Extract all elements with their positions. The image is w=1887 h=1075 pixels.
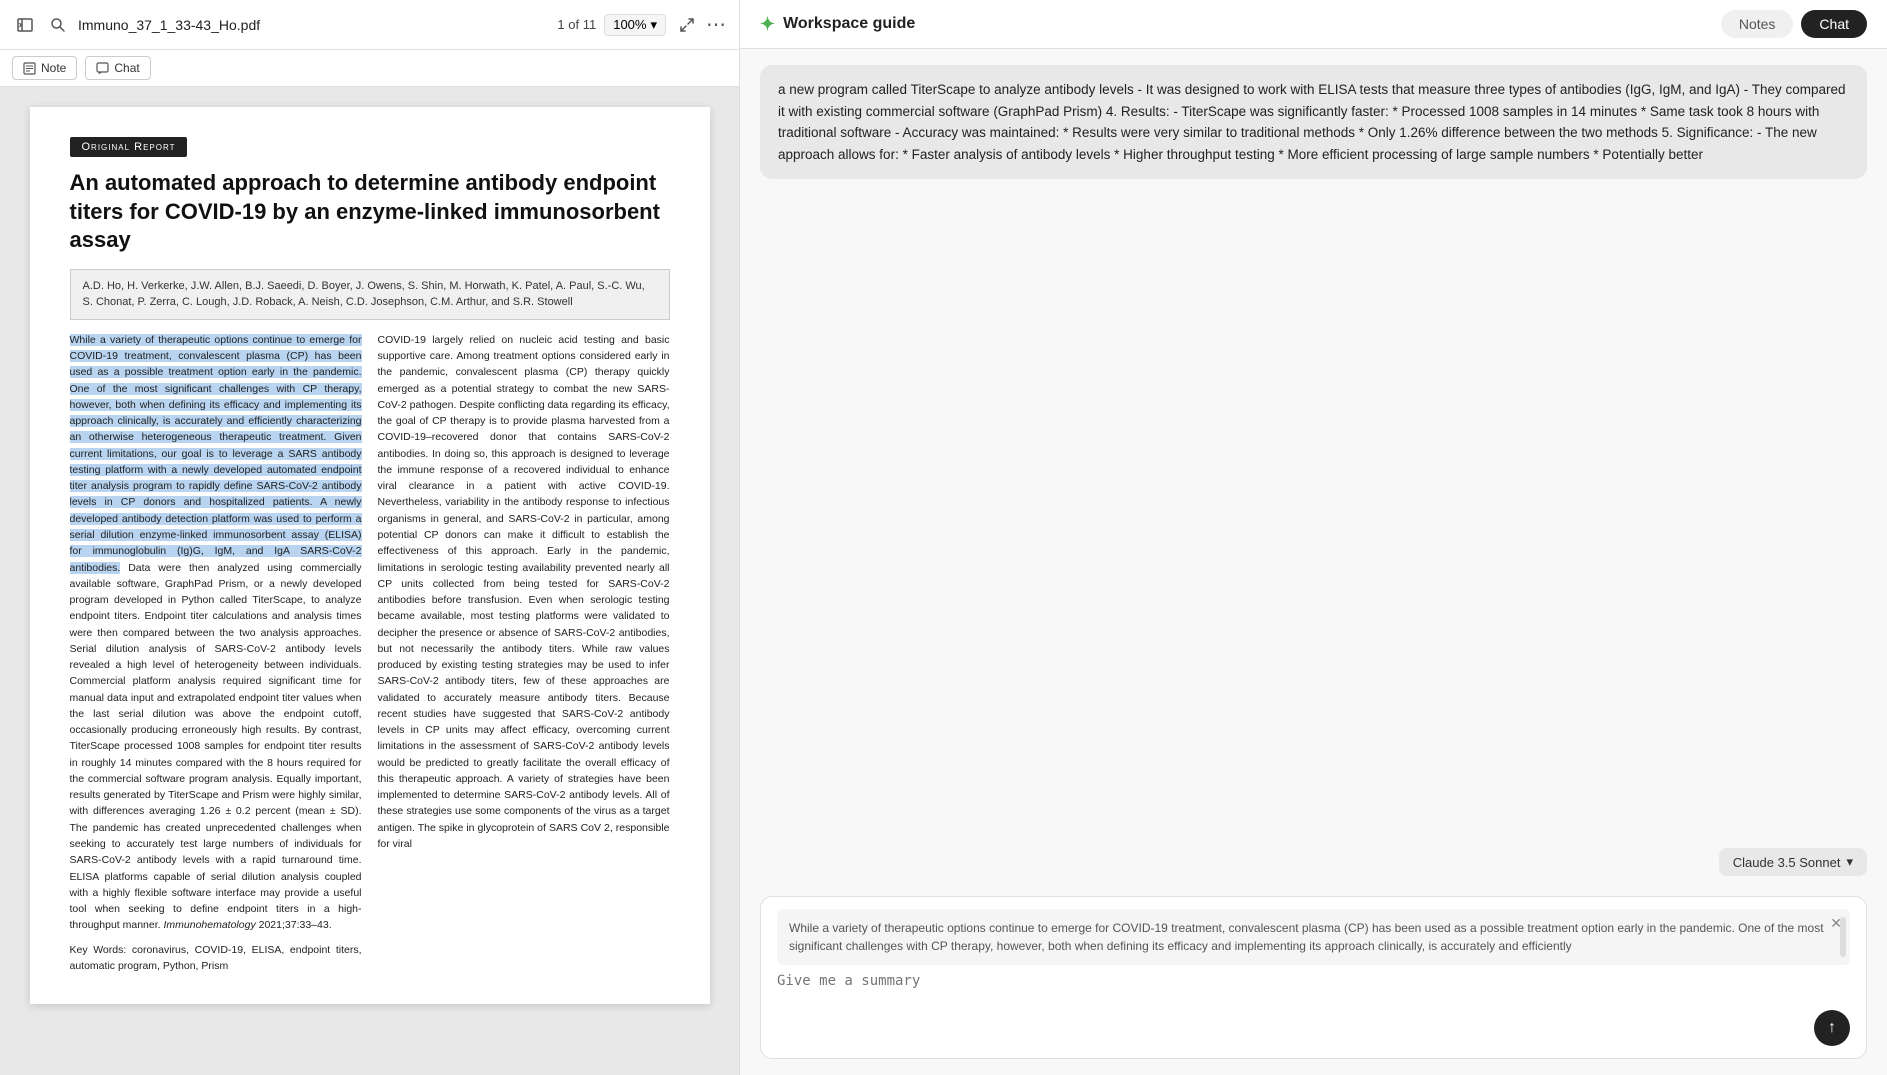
chat-inline-button-label: Chat [114, 61, 139, 75]
chat-panel: ✦ Workspace guide Notes Chat a new progr… [740, 0, 1887, 1075]
pdf-content: Original Report An automated approach to… [0, 87, 739, 1075]
message-bubble: a new program called TiterScape to analy… [760, 65, 1867, 179]
pdf-panel: Immuno_37_1_33-43_Ho.pdf 1 of 11 100% ▾ … [0, 0, 740, 1075]
toolbar-right: 100% ▾ ⋯ [604, 12, 727, 38]
note-button-label: Note [41, 61, 66, 75]
zoom-dropdown-icon: ▾ [650, 17, 657, 33]
page-counter: 1 of 11 [557, 17, 596, 32]
quoted-text-content: While a variety of therapeutic options c… [789, 921, 1824, 953]
pdf-secondary-toolbar: Note Chat [0, 50, 739, 87]
chat-messages: a new program called TiterScape to analy… [740, 49, 1887, 840]
chat-text-input[interactable] [777, 973, 1850, 997]
zoom-level: 100% [613, 17, 646, 32]
workspace-guide-label: Workspace guide [783, 15, 915, 33]
workspace-guide-button[interactable]: ✦ Workspace guide [760, 14, 1709, 35]
chat-input-area: While a variety of therapeutic options c… [740, 884, 1887, 1075]
message-text: a new program called TiterScape to analy… [778, 82, 1846, 162]
pdf-toolbar: Immuno_37_1_33-43_Ho.pdf 1 of 11 100% ▾ … [0, 0, 739, 50]
pdf-filename: Immuno_37_1_33-43_Ho.pdf [78, 17, 260, 33]
send-icon: ↑ [1828, 1019, 1836, 1037]
chat-input-footer: ↑ [777, 1010, 1850, 1046]
toolbar-left: Immuno_37_1_33-43_Ho.pdf [12, 12, 549, 38]
model-selector-button[interactable]: Claude 3.5 Sonnet ▾ [1719, 848, 1867, 876]
collapse-sidebar-button[interactable] [12, 12, 38, 38]
chat-input-wrapper: While a variety of therapeutic options c… [760, 896, 1867, 1059]
right-column: COVID-19 largely relied on nucleic acid … [378, 332, 670, 974]
model-selector-container: Claude 3.5 Sonnet ▾ [740, 840, 1887, 884]
paper-title: An automated approach to determine antib… [70, 169, 670, 255]
quoted-scrollbar [1840, 917, 1846, 957]
paper-columns: While a variety of therapeutic options c… [70, 332, 670, 974]
quoted-text-block: While a variety of therapeutic options c… [777, 909, 1850, 965]
spark-icon: ✦ [760, 14, 775, 35]
search-button[interactable] [46, 13, 70, 37]
zoom-control[interactable]: 100% ▾ [604, 14, 666, 36]
keywords: Key Words: coronavirus, COVID-19, ELISA,… [70, 942, 362, 975]
chat-header: ✦ Workspace guide Notes Chat [740, 0, 1887, 49]
authors-box: A.D. Ho, H. Verkerke, J.W. Allen, B.J. S… [70, 269, 670, 320]
left-column: While a variety of therapeutic options c… [70, 332, 362, 974]
chat-tab-button[interactable]: Chat [1801, 10, 1867, 38]
more-options-button[interactable]: ⋯ [706, 12, 727, 37]
note-button[interactable]: Note [12, 56, 77, 80]
pdf-page: Original Report An automated approach to… [30, 107, 710, 1004]
notes-tab-button[interactable]: Notes [1721, 10, 1794, 38]
model-name-label: Claude 3.5 Sonnet [1733, 855, 1841, 870]
original-report-badge: Original Report [70, 137, 188, 157]
model-dropdown-arrow-icon: ▾ [1846, 854, 1853, 870]
send-button[interactable]: ↑ [1814, 1010, 1850, 1046]
expand-button[interactable] [674, 12, 700, 38]
authors-text: A.D. Ho, H. Verkerke, J.W. Allen, B.J. S… [83, 280, 645, 309]
toolbar-center: 1 of 11 [557, 17, 596, 32]
chat-inline-button[interactable]: Chat [85, 56, 150, 80]
header-tabs: Notes Chat [1721, 10, 1867, 38]
